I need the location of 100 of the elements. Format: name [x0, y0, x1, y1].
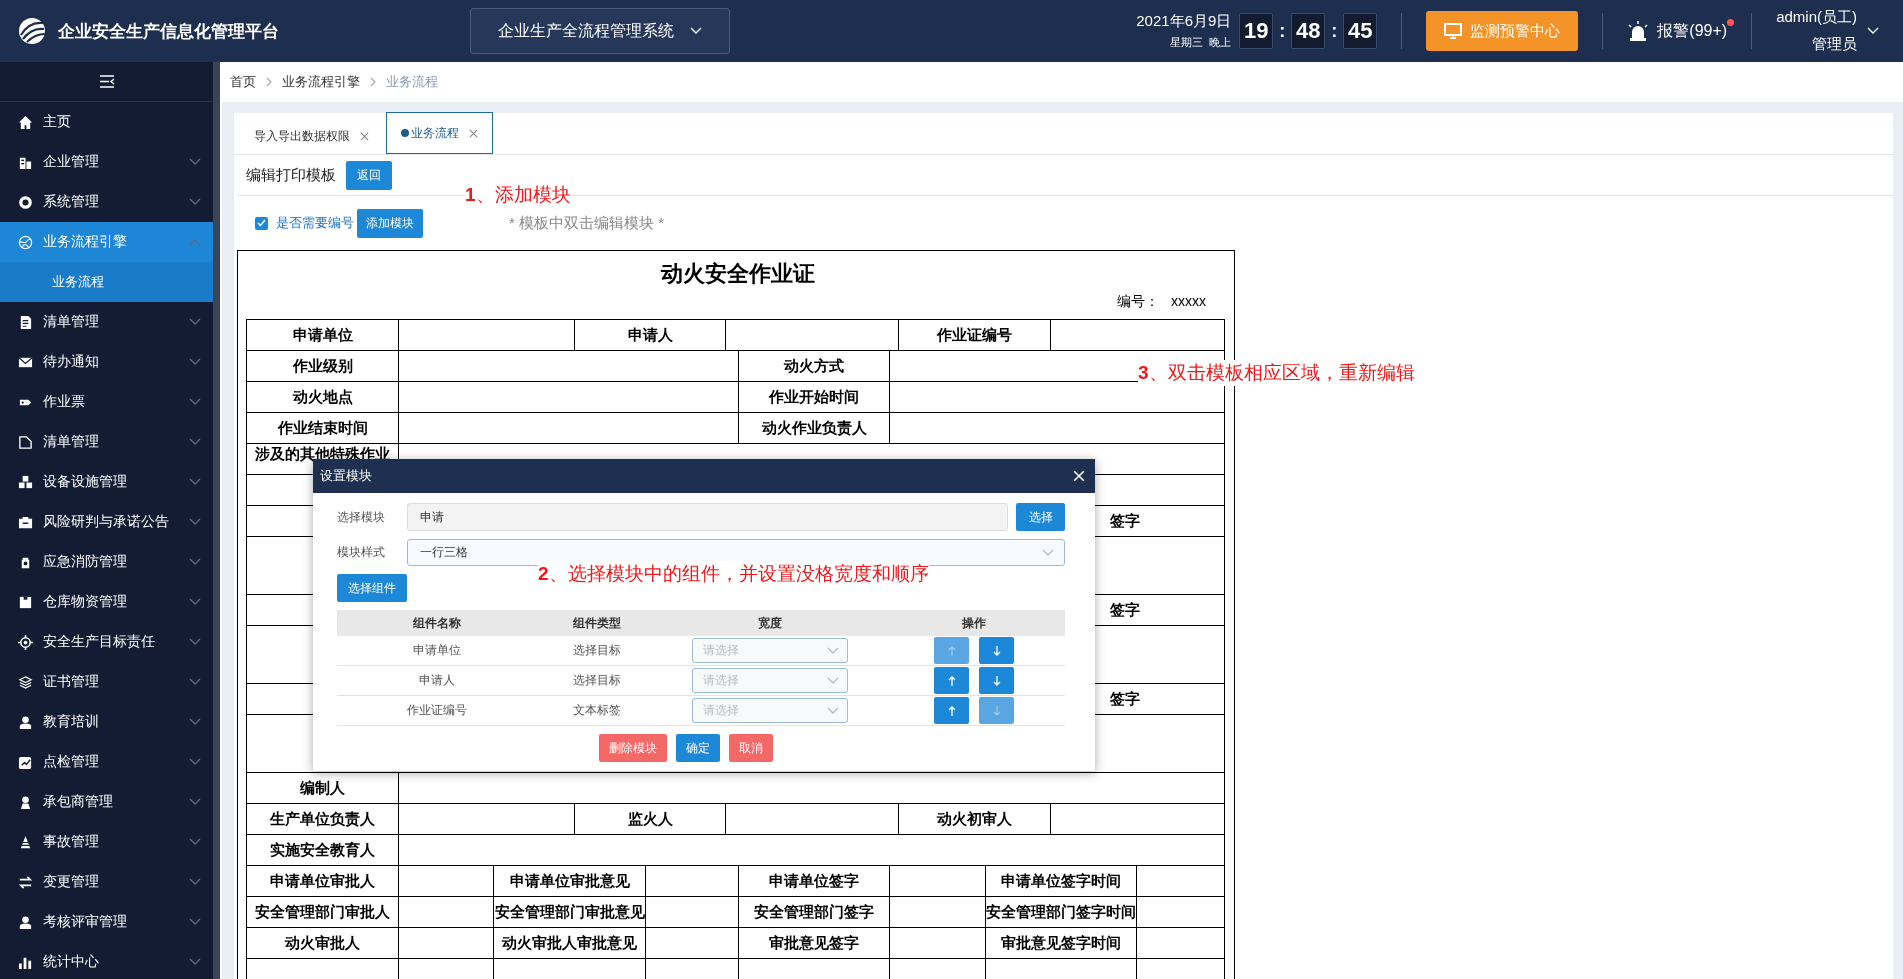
- table-cell-text: 选择目标: [572, 642, 622, 659]
- chevron-icon: [1867, 27, 1879, 35]
- system-select[interactable]: 企业生产全流程管理系统: [470, 8, 730, 54]
- table-cell: 动火地点: [247, 382, 399, 413]
- sidebar-item[interactable]: 主页: [0, 102, 213, 142]
- chevron-icon: [690, 27, 702, 35]
- chevron-icon: [189, 798, 201, 806]
- chevron-icon: [189, 438, 201, 446]
- number-label: 编号：: [1117, 292, 1159, 311]
- move-up-button[interactable]: [934, 667, 969, 694]
- chevron-icon: [189, 758, 201, 766]
- number-value: xxxxx: [1171, 292, 1206, 311]
- form-title: 动火安全作业证: [659, 260, 816, 288]
- chevron-icon: [189, 878, 201, 886]
- sidebar-item[interactable]: 设备设施管理: [0, 462, 213, 502]
- status-dot: [401, 129, 409, 137]
- page-title: 编辑打印模板: [246, 165, 336, 185]
- weekday-text: 星期三: [1170, 35, 1204, 50]
- sidebar-item[interactable]: 事故管理: [0, 822, 213, 862]
- sidebar-item[interactable]: 风险研判与承诺公告: [0, 502, 213, 542]
- hint-text: * 模板中双击编辑模块 *: [509, 213, 664, 233]
- add-module-button[interactable]: 添加模块: [357, 208, 423, 238]
- person-icon: [18, 714, 33, 730]
- table-cell: 作业结束时间: [247, 413, 399, 444]
- sidebar-item[interactable]: 业务流程引擎: [0, 222, 213, 262]
- chevron-right-icon: [370, 77, 376, 87]
- chevron-icon: [189, 638, 201, 646]
- table-cell-text: 申请单位: [412, 642, 462, 659]
- app-title: 企业安全生产信息化管理平台: [58, 20, 279, 43]
- module-field[interactable]: 申请: [407, 503, 1008, 531]
- alarm-link[interactable]: 报警(99+): [1657, 20, 1728, 42]
- sidebar-item[interactable]: 证书管理: [0, 662, 213, 702]
- menu-icon[interactable]: [98, 75, 115, 88]
- chevron-icon: [1042, 548, 1054, 557]
- column-header: 组件名称: [412, 614, 462, 632]
- mail-icon: [18, 354, 33, 370]
- arrow-up-icon: [947, 705, 956, 716]
- table-cell-text: 文本标签: [572, 702, 622, 719]
- globe-icon: [18, 234, 33, 250]
- table-cell: 申请人: [575, 320, 726, 351]
- sidebar-item[interactable]: 清单管理: [0, 302, 213, 342]
- move-up-button[interactable]: [934, 697, 969, 724]
- time-digits: 45: [1343, 13, 1378, 49]
- sidebar-item[interactable]: 企业管理: [0, 142, 213, 182]
- table-cell: 编制人: [247, 773, 399, 804]
- dialog-button[interactable]: 确定: [676, 734, 720, 762]
- document-icon: [18, 314, 33, 330]
- user-name[interactable]: admin(员工): [1776, 8, 1857, 27]
- time-separator: :: [1279, 20, 1286, 42]
- chevron-icon: [189, 598, 201, 606]
- checkbox[interactable]: [255, 216, 268, 230]
- crate-icon: [18, 594, 33, 610]
- table-cell-text: 选择目标: [572, 672, 622, 689]
- sidebar-item[interactable]: 承包商管理: [0, 782, 213, 822]
- sidebar-item[interactable]: 考核评审管理: [0, 902, 213, 942]
- date-text: 2021年6月9日: [1136, 12, 1232, 31]
- user-role: 管理员: [1812, 35, 1857, 54]
- move-down-button[interactable]: [979, 667, 1014, 694]
- page-icon: [18, 434, 33, 450]
- sidebar-item[interactable]: 点检管理: [0, 742, 213, 782]
- chevron-icon: [189, 238, 201, 246]
- chevron-icon: [827, 646, 839, 655]
- table-cell: 动火审批人: [247, 928, 399, 959]
- sidebar-item[interactable]: 系统管理: [0, 182, 213, 222]
- arrow-up-icon: [947, 645, 956, 656]
- swap-icon: [18, 874, 33, 890]
- table-cell: 作业证编号: [899, 320, 1051, 351]
- table-cell: 生产单位负责人: [247, 804, 399, 835]
- sidebar-item[interactable]: 教育培训: [0, 702, 213, 742]
- chevron-icon: [189, 678, 201, 686]
- breadcrumb-link[interactable]: 业务流程引擎: [282, 73, 360, 91]
- chevron-icon: [827, 676, 839, 685]
- table-cell: 申请单位签字: [739, 866, 890, 897]
- page-tab[interactable]: 业务流程: [386, 112, 493, 154]
- sidebar-item[interactable]: 作业票: [0, 382, 213, 422]
- time-digits: 48: [1291, 13, 1326, 49]
- choose-button[interactable]: 选择: [1016, 503, 1065, 531]
- breadcrumb-link[interactable]: 首页: [230, 73, 256, 91]
- sidebar-item[interactable]: 安全生产目标责任: [0, 622, 213, 662]
- choose-components-button[interactable]: 选择组件: [337, 574, 407, 602]
- sidebar-item[interactable]: 待办通知: [0, 342, 213, 382]
- logo-icon: [18, 17, 46, 45]
- sidebar-item[interactable]: 统计中心: [0, 942, 213, 979]
- chevron-icon: [189, 558, 201, 566]
- sidebar-item[interactable]: 仓库物资管理: [0, 582, 213, 622]
- sidebar-subitem[interactable]: 业务流程: [0, 262, 213, 302]
- table-cell: 审批意见签字: [739, 928, 890, 959]
- sidebar-item[interactable]: 变更管理: [0, 862, 213, 902]
- sidebar-item[interactable]: 清单管理: [0, 422, 213, 462]
- arrow-down-icon: [992, 645, 1001, 656]
- move-down-button[interactable]: [979, 637, 1014, 664]
- table-cell: 审批意见签字时间: [986, 928, 1137, 959]
- scrollbar[interactable]: [213, 62, 220, 979]
- chevron-icon: [189, 838, 201, 846]
- time-separator: :: [1331, 20, 1338, 42]
- table-cell: 申请单位审批意见: [494, 866, 646, 897]
- back-button[interactable]: 返回: [346, 160, 392, 190]
- checkbox-label[interactable]: 是否需要编号: [276, 214, 354, 232]
- arrow-down-icon: [992, 705, 1001, 716]
- sidebar-item[interactable]: 应急消防管理: [0, 542, 213, 582]
